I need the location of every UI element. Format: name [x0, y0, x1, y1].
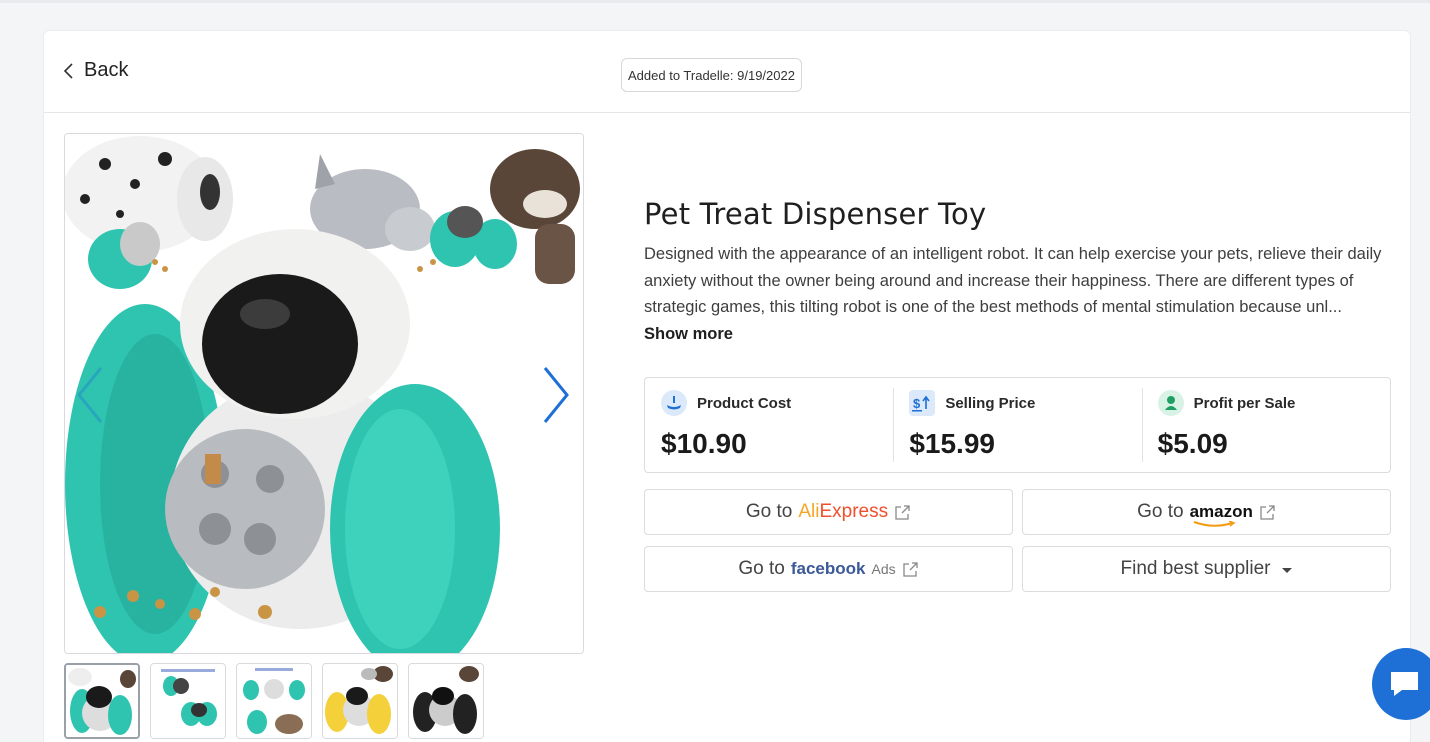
caret-down-icon [1282, 567, 1293, 573]
stat-profit-per-sale: Profit per Sale $5.09 [1141, 378, 1390, 472]
thumbnail-image [151, 664, 225, 738]
go-to-amazon-button[interactable]: Go to amazon [1022, 489, 1391, 535]
thumbnail-4[interactable] [322, 663, 398, 739]
top-divider [0, 0, 1430, 3]
amazon-smile-icon [1193, 521, 1236, 527]
go-to-label: Go to [1137, 501, 1184, 522]
thumbnail-3[interactable] [236, 663, 312, 739]
ads-label: Ads [871, 561, 896, 577]
stat-product-cost: Product Cost $10.90 [645, 378, 893, 472]
product-cost-value: $10.90 [661, 428, 747, 459]
thumbnail-image [66, 665, 138, 737]
thumbnail-image [237, 664, 311, 738]
selling-price-icon: $ [909, 390, 936, 416]
go-to-aliexpress-button[interactable]: Go to AliExpress [644, 489, 1013, 535]
next-image-arrow-icon[interactable] [537, 364, 573, 426]
product-photo [65, 134, 583, 653]
back-label: Back [84, 59, 129, 81]
product-card: Back Added to Tradelle: 9/19/2022 Pet Tr… [43, 30, 1411, 742]
description-text: Designed with the appearance of an intel… [644, 245, 1382, 316]
thumbnail-5[interactable] [408, 663, 484, 739]
product-main-image[interactable] [64, 133, 584, 654]
amazon-logo: amazon [1190, 502, 1253, 527]
chevron-left-icon [63, 62, 73, 79]
product-cost-icon [661, 390, 687, 416]
external-link-icon [902, 561, 918, 577]
external-link-icon [1260, 504, 1275, 520]
thumbnail-2[interactable] [150, 663, 226, 739]
go-to-facebook-ads-button[interactable]: Go to facebook Ads [644, 546, 1013, 592]
go-to-label: Go to [738, 558, 785, 579]
show-more-link[interactable]: Show more [644, 325, 733, 343]
find-supplier-label: Find best supplier [1120, 558, 1271, 579]
card-header: Back Added to Tradelle: 9/19/2022 [44, 31, 1410, 113]
go-to-label: Go to [745, 501, 793, 522]
external-link-icon [895, 504, 910, 520]
thumbnail-image [409, 664, 483, 738]
chat-bubble-icon [1391, 672, 1418, 696]
stat-label: Product Cost [697, 394, 792, 412]
profit-icon [1157, 390, 1184, 416]
prev-image-arrow-icon[interactable] [73, 364, 109, 426]
facebook-logo: facebook [790, 559, 866, 578]
stat-selling-price: $ Selling Price $15.99 [893, 378, 1141, 472]
profit-value: $5.09 [1157, 428, 1228, 459]
selling-price-value: $15.99 [909, 428, 995, 459]
aliexpress-logo: AliExpress [798, 501, 889, 522]
product-title: Pet Treat Dispenser Toy [644, 197, 987, 231]
svg-text:$: $ [913, 396, 921, 411]
thumbnail-strip [64, 663, 484, 739]
stat-label: Profit per Sale [1193, 394, 1296, 412]
price-stats-panel: Product Cost $10.90 $ Selling Price $15.… [644, 377, 1391, 473]
added-date-badge: Added to Tradelle: 9/19/2022 [621, 58, 802, 92]
back-button[interactable]: Back [62, 59, 128, 82]
stat-label: Selling Price [945, 394, 1036, 412]
product-description: Designed with the appearance of an intel… [644, 241, 1389, 347]
thumbnail-1[interactable] [64, 663, 140, 739]
find-best-supplier-dropdown[interactable]: Find best supplier [1022, 546, 1391, 592]
thumbnail-image [323, 664, 397, 738]
